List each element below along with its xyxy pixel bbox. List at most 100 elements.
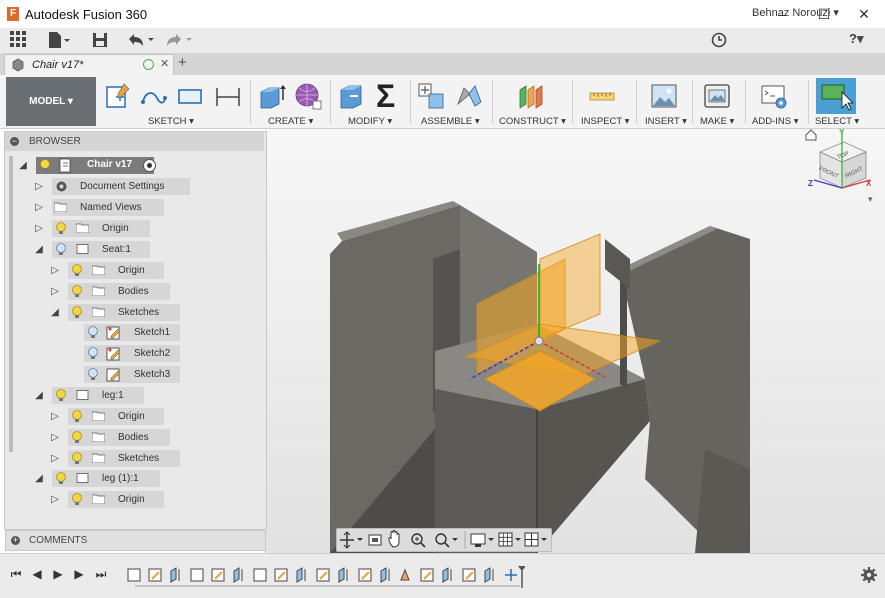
workspace-switcher[interactable]: MODEL ▾ bbox=[6, 77, 96, 126]
expand-triangle-icon[interactable]: ▷ bbox=[50, 411, 60, 422]
collapse-browser-icon[interactable]: − bbox=[10, 137, 19, 146]
tree-row-leg-origin[interactable]: ▷ Origin bbox=[50, 408, 264, 426]
orbit-icon[interactable] bbox=[340, 531, 363, 549]
data-panel-grid-icon[interactable] bbox=[10, 31, 27, 48]
expand-triangle-icon[interactable]: ▷ bbox=[50, 265, 60, 276]
tree-row-seat[interactable]: ◢ Seat:1 bbox=[34, 241, 264, 259]
collapse-triangle-icon[interactable]: ◢ bbox=[50, 307, 60, 318]
modify-group-label[interactable]: MODIFY ▾ bbox=[348, 116, 392, 127]
collapse-triangle-icon[interactable]: ◢ bbox=[34, 390, 44, 401]
tree-row-leg-1[interactable]: ◢ leg (1):1 bbox=[34, 470, 264, 488]
pan-hand-icon[interactable] bbox=[388, 530, 400, 548]
visibility-bulb-icon[interactable] bbox=[54, 471, 68, 486]
browser-scrollbar[interactable] bbox=[9, 156, 13, 452]
create-sketch-icon[interactable] bbox=[104, 82, 132, 110]
dimension-icon[interactable] bbox=[214, 82, 242, 110]
measure-icon[interactable] bbox=[588, 82, 616, 110]
select-tool-icon[interactable] bbox=[816, 78, 856, 114]
construct-group-label[interactable]: CONSTRUCT ▾ bbox=[499, 116, 566, 127]
viewcube-menu-icon[interactable]: ▾ bbox=[868, 194, 873, 205]
undo-icon[interactable] bbox=[127, 33, 155, 47]
expand-triangle-icon[interactable]: ▷ bbox=[50, 453, 60, 464]
new-component-icon[interactable] bbox=[417, 82, 445, 110]
activate-component-icon[interactable] bbox=[143, 159, 156, 172]
user-account-menu[interactable]: Behnaz Norouzi ▾ bbox=[752, 6, 839, 19]
expand-triangle-icon[interactable]: ▷ bbox=[34, 223, 44, 234]
visibility-bulb-icon[interactable] bbox=[70, 492, 84, 507]
form-sculpt-icon[interactable] bbox=[294, 82, 322, 110]
scripts-addins-icon[interactable] bbox=[760, 82, 788, 110]
tab-close-icon[interactable]: ✕ bbox=[160, 57, 169, 70]
viewports-icon[interactable] bbox=[524, 532, 547, 547]
origin-point[interactable] bbox=[534, 336, 544, 346]
line-arc-icon[interactable] bbox=[140, 82, 168, 110]
assemble-group-label[interactable]: ASSEMBLE ▾ bbox=[421, 116, 480, 127]
visibility-bulb-icon[interactable] bbox=[70, 263, 84, 278]
zoom-icon[interactable] bbox=[411, 533, 426, 548]
look-at-icon[interactable] bbox=[368, 534, 382, 546]
grid-settings-icon[interactable] bbox=[498, 532, 521, 547]
insert-canvas-icon[interactable] bbox=[650, 82, 678, 110]
compute-all-sigma-icon[interactable]: Σ bbox=[376, 78, 395, 115]
sketch-group-label[interactable]: SKETCH ▾ bbox=[148, 116, 194, 127]
visibility-bulb-icon[interactable] bbox=[70, 284, 84, 299]
visibility-bulb-icon[interactable] bbox=[70, 451, 84, 466]
go-to-start-icon[interactable]: ⏮ bbox=[8, 566, 24, 582]
tree-row-seat-bodies[interactable]: ▷ Bodies bbox=[50, 283, 264, 301]
collapse-triangle-icon[interactable]: ◢ bbox=[34, 473, 44, 484]
tree-row-document-settings[interactable]: ▷ Document Settings bbox=[34, 178, 264, 196]
inspect-group-label[interactable]: INSPECT ▾ bbox=[581, 116, 629, 127]
rectangle-icon[interactable] bbox=[176, 82, 204, 110]
addins-group-label[interactable]: ADD-INS ▾ bbox=[752, 116, 798, 127]
display-settings-icon[interactable] bbox=[470, 533, 494, 547]
expand-triangle-icon[interactable]: ▷ bbox=[34, 202, 44, 213]
joint-icon[interactable] bbox=[455, 82, 483, 110]
select-group-label[interactable]: SELECT ▾ bbox=[815, 116, 859, 127]
press-pull-icon[interactable] bbox=[338, 82, 366, 110]
insert-group-label[interactable]: INSERT ▾ bbox=[645, 116, 687, 127]
tree-root-row[interactable]: ◢ Chair v17 bbox=[18, 157, 258, 175]
timeline-features[interactable] bbox=[125, 566, 526, 588]
tree-row-origin[interactable]: ▷ Origin bbox=[34, 220, 264, 238]
visibility-bulb-icon[interactable] bbox=[70, 409, 84, 424]
visibility-bulb-icon[interactable] bbox=[38, 158, 52, 173]
tree-row-leg-bodies[interactable]: ▷ Bodies bbox=[50, 429, 264, 447]
canvas-viewport[interactable] bbox=[265, 129, 885, 553]
help-icon[interactable]: ?▾ bbox=[849, 31, 877, 49]
document-tab[interactable]: Chair v17* ✕ bbox=[4, 54, 174, 76]
visibility-bulb-icon[interactable] bbox=[54, 242, 68, 257]
collapse-triangle-icon[interactable]: ◢ bbox=[34, 244, 44, 255]
tree-row-leg-1-origin[interactable]: ▷ Origin bbox=[50, 491, 264, 509]
timeline-settings-gear-icon[interactable] bbox=[861, 567, 877, 583]
visibility-bulb-icon[interactable] bbox=[70, 430, 84, 445]
expand-triangle-icon[interactable]: ▷ bbox=[34, 181, 44, 192]
expand-triangle-icon[interactable]: ▷ bbox=[50, 286, 60, 297]
tree-row-seat-origin[interactable]: ▷ Origin bbox=[50, 262, 264, 280]
step-back-icon[interactable]: ◀ bbox=[29, 566, 45, 582]
visibility-bulb-icon[interactable] bbox=[86, 346, 100, 361]
close-button[interactable]: ✕ bbox=[842, 0, 885, 28]
tree-row-named-views[interactable]: ▷ Named Views bbox=[34, 199, 264, 217]
extrude-icon[interactable] bbox=[258, 82, 286, 110]
tree-row-sketch1[interactable]: Sketch1 bbox=[84, 324, 264, 342]
model-render[interactable] bbox=[265, 129, 885, 553]
make-group-label[interactable]: MAKE ▾ bbox=[700, 116, 734, 127]
job-status-clock-icon[interactable] bbox=[711, 32, 727, 48]
visibility-bulb-icon[interactable] bbox=[86, 325, 100, 340]
expand-triangle-icon[interactable]: ▷ bbox=[50, 494, 60, 505]
expand-comments-icon[interactable]: + bbox=[11, 536, 20, 545]
offset-plane-icon[interactable] bbox=[516, 82, 544, 110]
tree-row-sketch2[interactable]: Sketch2 bbox=[84, 345, 264, 363]
go-to-end-icon[interactable]: ⏭ bbox=[93, 566, 109, 582]
browser-header[interactable]: − BROWSER bbox=[5, 132, 264, 151]
collapse-triangle-icon[interactable]: ◢ bbox=[18, 160, 28, 171]
file-menu-icon[interactable] bbox=[48, 32, 72, 48]
visibility-bulb-icon[interactable] bbox=[70, 305, 84, 320]
visibility-bulb-icon[interactable] bbox=[86, 367, 100, 382]
3d-print-icon[interactable] bbox=[703, 82, 731, 110]
tree-row-sketch3[interactable]: Sketch3 bbox=[84, 366, 264, 384]
visibility-bulb-icon[interactable] bbox=[54, 388, 68, 403]
expand-triangle-icon[interactable]: ▷ bbox=[50, 432, 60, 443]
tree-row-leg[interactable]: ◢ leg:1 bbox=[34, 387, 264, 405]
create-group-label[interactable]: CREATE ▾ bbox=[268, 116, 313, 127]
